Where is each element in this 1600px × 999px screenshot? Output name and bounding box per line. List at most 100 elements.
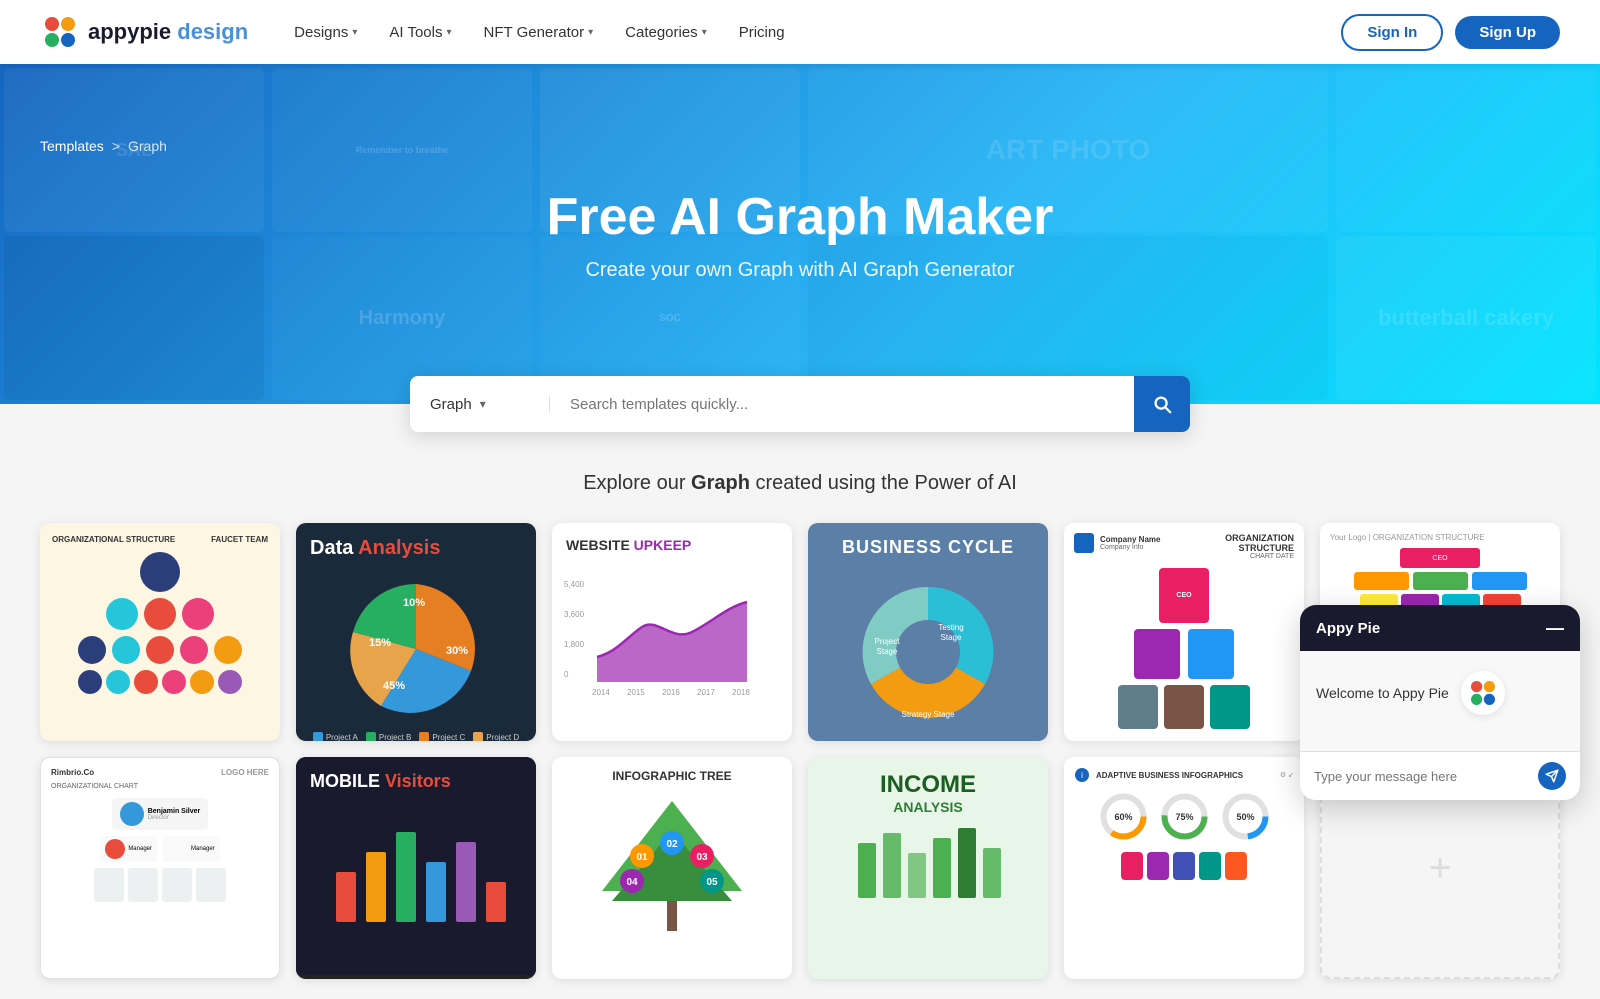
org-node bbox=[180, 636, 208, 664]
svg-text:02: 02 bbox=[666, 839, 678, 850]
svg-text:1,800: 1,800 bbox=[564, 640, 585, 649]
explore-keyword: Graph bbox=[691, 472, 750, 494]
nav-links: Designs ▾ AI Tools ▾ NFT Generator ▾ Cat… bbox=[280, 16, 798, 49]
svg-text:60%: 60% bbox=[1114, 812, 1132, 822]
chat-input[interactable] bbox=[1314, 769, 1538, 784]
org-node bbox=[134, 670, 158, 694]
template-card-preview: BUSINESS CYCLE Testing Sta bbox=[808, 523, 1048, 741]
adaptive-header: i ADAPTIVE BUSINESS INFOGRAPHICS ⚙ ↙ bbox=[1074, 767, 1294, 783]
bar-chart-svg bbox=[326, 812, 506, 932]
legend-item: Project A bbox=[313, 732, 358, 741]
org2-header: Company Name Company Info ORGANIZATIONST… bbox=[1074, 533, 1294, 560]
income-svg bbox=[853, 823, 1003, 903]
legend-item: Project D bbox=[473, 732, 519, 741]
income-subtitle: ANALYSIS bbox=[822, 799, 1034, 815]
chat-body: Welcome to Appy Pie bbox=[1300, 651, 1580, 751]
search-icon bbox=[1151, 393, 1173, 415]
logo-text: appypie design bbox=[88, 19, 248, 45]
org-node bbox=[146, 636, 174, 664]
org-node bbox=[190, 670, 214, 694]
org2-tree: CEO bbox=[1074, 568, 1294, 729]
logo-icon bbox=[40, 12, 80, 52]
infotree-visual: 01 02 03 04 05 bbox=[564, 791, 780, 941]
chevron-down-icon: ▾ bbox=[446, 27, 451, 38]
rimbrio-tree: Benjamin Silver Director Manager Manager bbox=[51, 798, 269, 902]
breadcrumb: Templates > Graph bbox=[40, 138, 167, 154]
svg-text:i: i bbox=[1081, 771, 1083, 780]
nav-item-nft-generator[interactable]: NFT Generator ▾ bbox=[470, 16, 608, 49]
svg-text:Testing: Testing bbox=[938, 623, 963, 632]
svg-text:Stage: Stage bbox=[877, 647, 898, 656]
nav-item-ai-tools[interactable]: AI Tools ▾ bbox=[375, 16, 465, 49]
nav-item-designs[interactable]: Designs ▾ bbox=[280, 16, 371, 49]
template-card-preview: MOBILE Visitors bbox=[296, 757, 536, 975]
svg-text:2017: 2017 bbox=[697, 688, 715, 697]
tree-svg: 01 02 03 04 05 bbox=[582, 791, 762, 941]
svg-text:2016: 2016 bbox=[662, 688, 680, 697]
pie-chart: 30% 45% 15% 10% bbox=[341, 574, 491, 724]
svg-text:5,400: 5,400 bbox=[564, 580, 585, 589]
template-card-website-upkeep[interactable]: WEBSITE UPKEEP 5,400 3,600 1,800 0 bbox=[552, 523, 792, 741]
search-button[interactable] bbox=[1134, 376, 1190, 432]
search-input[interactable] bbox=[550, 396, 1134, 413]
pie-chart-container: 30% 45% 15% 10% bbox=[296, 566, 536, 732]
org-tree bbox=[52, 552, 268, 694]
pie-legend: Project A Project B Project C Project D bbox=[296, 732, 536, 741]
dropdown-chevron-icon: ▾ bbox=[480, 397, 486, 411]
template-card-data-analysis[interactable]: Data Analysis 30% 45% bbox=[296, 523, 536, 741]
search-section: Graph ▾ bbox=[0, 376, 1600, 432]
template-card-org-structure-2[interactable]: Company Name Company Info ORGANIZATIONST… bbox=[1064, 523, 1304, 741]
svg-text:75%: 75% bbox=[1175, 812, 1193, 822]
donut-chart-container: Testing Stage Strategy Stage Project Sta… bbox=[808, 564, 1048, 740]
template-card-preview: i ADAPTIVE BUSINESS INFOGRAPHICS ⚙ ↙ 60%… bbox=[1064, 757, 1304, 975]
area-chart-svg: 5,400 3,600 1,800 0 2014 2015 2016 2017 bbox=[562, 567, 782, 697]
nav-item-categories[interactable]: Categories ▾ bbox=[611, 16, 721, 49]
income-title: INCOME bbox=[822, 771, 1034, 799]
search-category-label: Graph bbox=[430, 396, 472, 413]
template-card-mobile-visitors[interactable]: MOBILE Visitors bbox=[296, 757, 536, 979]
search-category-dropdown[interactable]: Graph ▾ bbox=[410, 396, 550, 413]
svg-text:Project: Project bbox=[875, 637, 901, 646]
template-card-preview: ORGANIZATIONAL STRUCTURE FAUCET TEAM bbox=[40, 523, 280, 741]
mobile-title: MOBILE Visitors bbox=[310, 771, 522, 792]
svg-text:2014: 2014 bbox=[592, 688, 610, 697]
org-node-top bbox=[140, 552, 180, 592]
template-card-adaptive-business[interactable]: i ADAPTIVE BUSINESS INFOGRAPHICS ⚙ ↙ 60%… bbox=[1064, 757, 1304, 979]
org-node bbox=[218, 670, 242, 694]
template-card-infographic-tree[interactable]: INFOGRAPHIC TREE 01 02 03 bbox=[552, 757, 792, 979]
svg-text:30%: 30% bbox=[446, 645, 468, 657]
template-card-business-cycle[interactable]: BUSINESS CYCLE Testing Sta bbox=[808, 523, 1048, 741]
hero-content: Free AI Graph Maker Create your own Grap… bbox=[547, 187, 1054, 282]
org-node bbox=[112, 636, 140, 664]
template-card-preview: INFOGRAPHIC TREE 01 02 03 bbox=[552, 757, 792, 975]
rimbrio-header: Rimbrio.Co LOGO HERE bbox=[51, 768, 269, 777]
template-card-preview: WEBSITE UPKEEP 5,400 3,600 1,800 0 bbox=[552, 523, 792, 741]
template-card-rimbrio[interactable]: Rimbrio.Co LOGO HERE ORGANIZATIONAL CHAR… bbox=[40, 757, 280, 979]
signup-button[interactable]: Sign Up bbox=[1455, 16, 1560, 49]
search-bar: Graph ▾ bbox=[410, 376, 1190, 432]
breadcrumb-separator: > bbox=[112, 138, 120, 154]
card-title: WEBSITE UPKEEP bbox=[552, 523, 792, 567]
template-card-income-analysis[interactable]: INCOME ANALYSIS bbox=[808, 757, 1048, 979]
org-node bbox=[78, 636, 106, 664]
chat-send-button[interactable] bbox=[1538, 762, 1566, 790]
chat-welcome: Welcome to Appy Pie bbox=[1316, 671, 1564, 715]
navbar-right: Sign In Sign Up bbox=[1341, 14, 1560, 51]
svg-text:Stage: Stage bbox=[941, 633, 962, 642]
logo[interactable]: appypie design bbox=[40, 12, 248, 52]
svg-text:05: 05 bbox=[706, 877, 718, 888]
explore-title: Explore our Graph created using the Powe… bbox=[40, 472, 1560, 495]
template-card-preview: Rimbrio.Co LOGO HERE ORGANIZATIONAL CHAR… bbox=[41, 758, 279, 976]
template-card-org-structure[interactable]: ORGANIZATIONAL STRUCTURE FAUCET TEAM bbox=[40, 523, 280, 741]
chat-close-button[interactable]: — bbox=[1546, 619, 1564, 637]
svg-text:2018: 2018 bbox=[732, 688, 750, 697]
card-title: BUSINESS CYCLE bbox=[808, 523, 1048, 564]
hero-section: SAL Remember to breathe Harmony SOC ART … bbox=[0, 64, 1600, 404]
area-chart: 5,400 3,600 1,800 0 2014 2015 2016 2017 bbox=[552, 567, 792, 712]
signin-button[interactable]: Sign In bbox=[1341, 14, 1443, 51]
org-node bbox=[144, 598, 176, 630]
breadcrumb-templates[interactable]: Templates bbox=[40, 138, 104, 154]
breadcrumb-current: Graph bbox=[128, 138, 167, 154]
nav-item-pricing[interactable]: Pricing bbox=[725, 16, 799, 49]
chevron-down-icon: ▾ bbox=[588, 27, 593, 38]
